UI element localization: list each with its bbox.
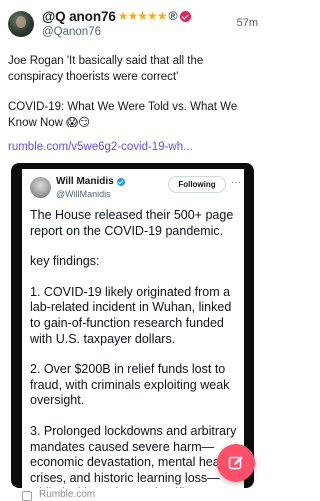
post-timestamp: 57m <box>236 17 258 29</box>
tweet-paragraph: The House released their 500+ page repor… <box>30 208 234 238</box>
star-emojis: ★★★★★ <box>117 9 168 23</box>
pencil-square-icon <box>228 456 243 470</box>
post-link[interactable]: rumble.com/v5we6g2-covid-19-wh... <box>8 141 193 153</box>
post-text-line: Joe Rogan 'It basically said that all th… <box>8 55 204 83</box>
registered-mark: ® <box>168 9 178 23</box>
post-text: Joe Rogan 'It basically said that all th… <box>8 54 258 131</box>
blue-check-icon <box>116 177 125 186</box>
author-name-row[interactable]: @Q anon76 ★★★★★ ® <box>42 8 192 24</box>
author-handle[interactable]: @Qanon76 <box>42 26 101 38</box>
link-preview-card[interactable]: Will Manidis @WillManidis Following ··· … <box>11 163 254 488</box>
more-icon: ··· <box>231 177 242 187</box>
post-text-line: COVID-19: What We Were Told vs. What We … <box>8 101 238 129</box>
tweet-author-avatar <box>30 177 51 198</box>
tweet-paragraph: 3. Prolonged lockdowns and arbitrary man… <box>30 423 237 488</box>
tweet-author-handle: @WillManidis <box>56 189 111 199</box>
link-card-footer[interactable]: Rumble.com <box>0 488 264 501</box>
link-source-label: Rumble.com <box>39 489 96 500</box>
following-button: Following <box>168 176 226 193</box>
tweet-screenshot: Will Manidis @WillManidis Following ··· … <box>22 169 244 488</box>
tweet-paragraph: 1. COVID-19 likely originated from a lab… <box>30 284 232 346</box>
tweet-author-name: Will Manidis <box>56 176 114 187</box>
compose-button[interactable] <box>217 444 255 482</box>
tweet-paragraph: 2. Over $200B in relief funds lost to fr… <box>30 362 230 408</box>
author-avatar[interactable] <box>8 11 34 37</box>
verified-badge-icon <box>180 10 192 22</box>
tweet-author-name-row: Will Manidis <box>56 176 125 187</box>
author-display-name[interactable]: @Q anon76 <box>42 9 116 24</box>
tweet-body: The House released their 500+ page repor… <box>30 208 238 488</box>
tweet-paragraph: key findings: <box>30 254 100 269</box>
post-header: @Q anon76 ★★★★★ ® @Qanon76 57m <box>0 0 264 44</box>
